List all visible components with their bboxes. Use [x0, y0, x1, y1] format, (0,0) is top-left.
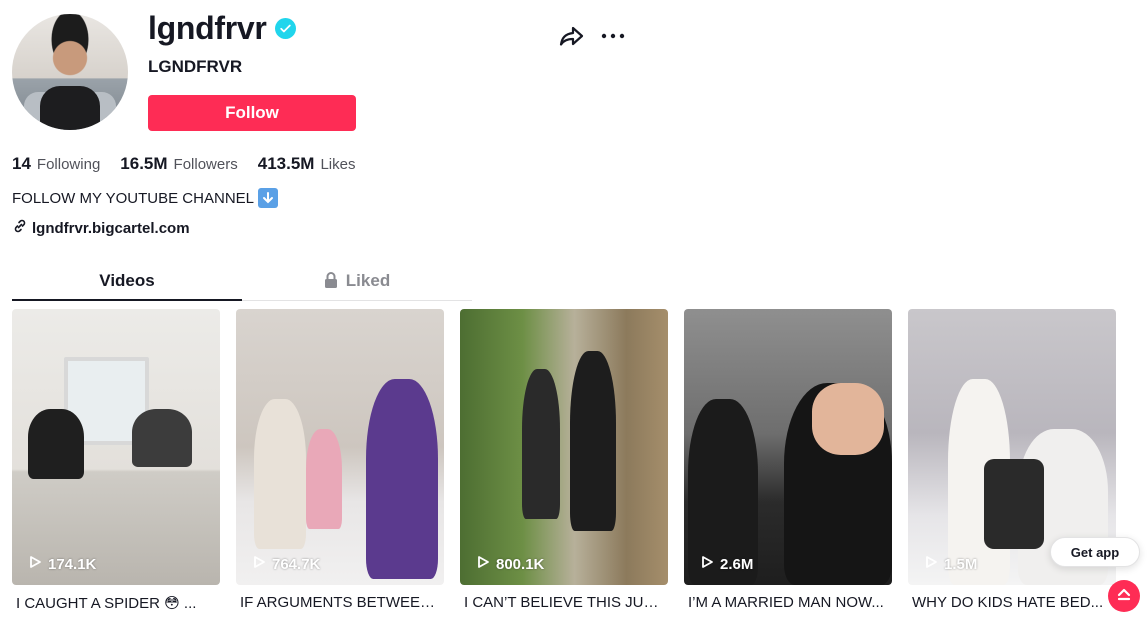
thumbnail-figure [306, 429, 342, 529]
tab-liked[interactable]: Liked [242, 262, 472, 300]
video-caption: I CAUGHT A SPIDER 😳 ... [16, 595, 197, 612]
play-icon [476, 555, 490, 573]
username-row: lgndfrvr [148, 10, 296, 47]
video-card[interactable]: 800.1K I CAN’T BELIEVE THIS JUS... [460, 309, 668, 612]
get-app-button[interactable]: Get app [1050, 537, 1140, 567]
video-caption: WHY DO KIDS HATE BED... [912, 594, 1104, 611]
profile-link[interactable]: lgndfrvr.bigcartel.com [12, 218, 190, 238]
thumbnail-figure [28, 409, 84, 479]
chevron-up-icon [1115, 585, 1133, 608]
follow-button[interactable]: Follow [148, 95, 356, 131]
video-view-count: 174.1K [48, 555, 97, 573]
profile-username: lgndfrvr [148, 10, 267, 46]
likes-stat: 413.5M Likes [258, 154, 356, 174]
thumbnail-figure [254, 399, 306, 549]
down-arrow-emoji-icon [258, 188, 278, 208]
following-stat[interactable]: 14 Following [12, 154, 100, 174]
lock-icon [324, 271, 338, 294]
video-caption: I CAN’T BELIEVE THIS JUS... [464, 594, 664, 611]
thumbnail-figure [522, 369, 560, 519]
link-text: lgndfrvr.bigcartel.com [32, 219, 190, 237]
video-thumbnail: 2.6M [684, 309, 892, 585]
video-caption: I’M A MARRIED MAN NOW... [688, 594, 884, 611]
video-view-count: 800.1K [496, 555, 545, 573]
video-caption: IF ARGUMENTS BETWEEN... [240, 594, 440, 611]
video-card[interactable]: 2.6M I’M A MARRIED MAN NOW... [684, 309, 892, 612]
followers-label: Followers [173, 156, 238, 173]
tab-videos[interactable]: Videos [12, 262, 242, 301]
profile-tabs: Videos Liked [12, 262, 472, 301]
scroll-to-top-button[interactable] [1108, 580, 1140, 612]
play-icon [252, 555, 266, 573]
video-view-count: 1.5M [944, 555, 978, 573]
verified-badge-icon [274, 18, 296, 39]
profile-avatar [12, 14, 128, 130]
play-icon [700, 555, 714, 573]
thumbnail-belt [984, 459, 1044, 549]
video-view-count: 764.7K [272, 555, 321, 573]
link-icon [12, 218, 28, 238]
video-thumbnail: 800.1K [460, 309, 668, 585]
profile-stats: 14 Following 16.5M Followers 413.5M Like… [12, 154, 355, 174]
more-options-icon[interactable] [599, 22, 627, 50]
followers-count: 16.5M [120, 154, 168, 173]
avatar-shirt [40, 86, 100, 130]
likes-count: 413.5M [257, 154, 315, 173]
bio-text: FOLLOW MY YOUTUBE CHANNEL [12, 189, 254, 207]
video-card[interactable]: 764.7K IF ARGUMENTS BETWEEN... [236, 309, 444, 612]
following-count: 14 [12, 154, 31, 173]
following-label: Following [36, 156, 101, 173]
video-thumbnail: 764.7K [236, 309, 444, 585]
video-views: 764.7K [252, 555, 320, 573]
thumbnail-face [812, 383, 884, 455]
video-card[interactable]: 174.1K I CAUGHT A SPIDER 😳 ... [12, 309, 220, 612]
video-views: 800.1K [476, 555, 544, 573]
tab-liked-label: Liked [345, 271, 391, 290]
thumbnail-figure [366, 379, 438, 579]
profile-bio: FOLLOW MY YOUTUBE CHANNEL [12, 188, 278, 208]
play-icon [924, 555, 938, 573]
video-view-count: 2.6M [720, 555, 754, 573]
thumbnail-figure [570, 351, 616, 531]
video-thumbnail: 174.1K [12, 309, 220, 585]
play-icon [28, 555, 42, 573]
thumbnail-figure [132, 409, 192, 467]
video-views: 1.5M [924, 555, 977, 573]
followers-stat[interactable]: 16.5M Followers [120, 154, 237, 174]
profile-nickname: LGNDFRVR [148, 57, 243, 76]
video-grid: 174.1K I CAUGHT A SPIDER 😳 ... 764.7K IF… [12, 309, 1116, 612]
video-views: 2.6M [700, 555, 753, 573]
video-views: 174.1K [28, 555, 96, 573]
likes-label: Likes [320, 156, 356, 173]
share-icon[interactable] [558, 22, 586, 50]
